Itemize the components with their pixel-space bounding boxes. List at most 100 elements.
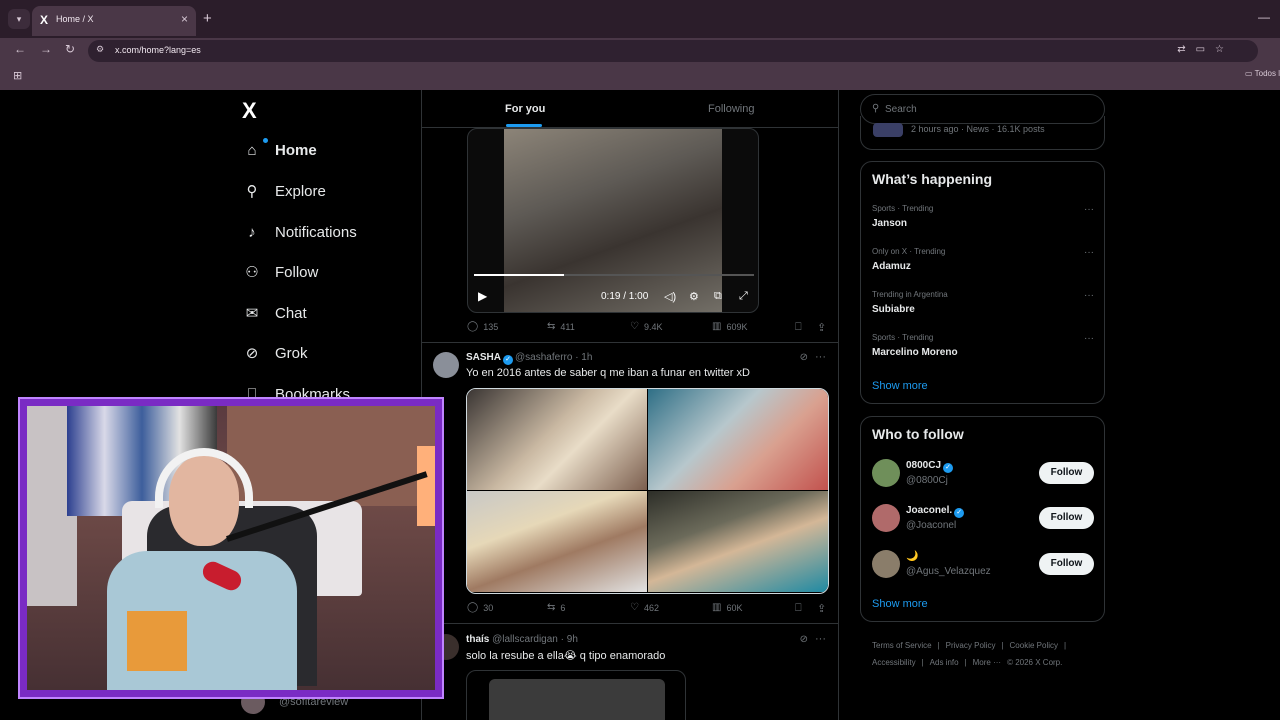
volume-icon[interactable]: ◁) (664, 290, 676, 303)
post-text: solo la resube a ella😭 q tipo enamorado (466, 650, 666, 662)
trend-item[interactable]: Sports · Trending Marcelino Moreno ··· (872, 333, 1094, 358)
tab-following[interactable]: Following (708, 103, 754, 115)
footer-privacy[interactable]: Privacy Policy (946, 641, 996, 650)
forward-icon[interactable]: → (40, 42, 52, 56)
post-photo[interactable] (648, 389, 828, 490)
avatar[interactable] (433, 352, 459, 378)
follow-button[interactable]: Follow (1039, 462, 1094, 484)
back-icon[interactable]: ← (14, 42, 26, 56)
reply-button[interactable]: ◯ 30 (467, 602, 493, 613)
post-photo[interactable] (467, 491, 647, 592)
tab-for-you[interactable]: For you (505, 103, 545, 115)
post-time[interactable]: · 1h (575, 352, 592, 363)
video-progress[interactable] (474, 274, 754, 276)
pip-icon[interactable]: ⧉ (714, 290, 722, 303)
webcam-overlay (18, 397, 444, 699)
suggestion-name: Joaconel. ✓ (906, 505, 966, 518)
footer-more[interactable]: More ··· (973, 658, 1001, 667)
reload-icon[interactable]: ↻ (65, 42, 75, 56)
like-button[interactable]: ♡ 9.4K (630, 321, 662, 332)
suggestion-name-text: 0800CJ (906, 460, 942, 471)
post-photo[interactable] (467, 389, 647, 490)
trend-item[interactable]: Trending in Argentina Subiabre ··· (872, 290, 1094, 315)
grok-explain-icon[interactable]: ⊘ (800, 352, 808, 363)
footer-terms[interactable]: Terms of Service (872, 641, 932, 650)
timeline: For you Following ▶ 0:19 / 1:00 ◁) ⚙ ⧉ ⤢… (422, 90, 838, 720)
views-icon: ▥ (712, 321, 722, 332)
follow-suggestion[interactable]: Joaconel. ✓ @Joaconel Follow (872, 502, 1094, 534)
post-actions: ◯ 135 ⇆ 411 ♡ 9.4K ▥ 609K ⎕ ⇪ (467, 321, 829, 335)
browser-tab-active[interactable]: X Home / X × (32, 6, 196, 36)
nav-notifications[interactable]: ♪ Notifications (243, 217, 356, 247)
like-button[interactable]: ♡ 462 (630, 602, 659, 613)
x-logo-icon[interactable]: X (242, 98, 257, 124)
site-info-icon[interactable]: ⚙ (96, 44, 104, 55)
video-progress-fill (474, 274, 564, 276)
tab-search-dropdown[interactable]: ▾ (8, 9, 30, 29)
all-bookmarks-folder[interactable]: ▭ Todos l (1245, 69, 1280, 78)
heart-icon: ♡ (630, 321, 639, 332)
address-bar-actions[interactable]: ⇄▭☆ (1177, 44, 1234, 55)
more-icon[interactable]: ··· (815, 351, 826, 363)
avatar[interactable] (872, 550, 900, 578)
author-handle[interactable]: @lallscardigan (492, 634, 558, 645)
follow-button[interactable]: Follow (1039, 553, 1094, 575)
show-more-link[interactable]: Show more (872, 598, 928, 610)
settings-icon[interactable]: ⚙ (689, 290, 699, 303)
nav-grok[interactable]: ⊘ Grok (243, 338, 308, 368)
address-bar[interactable]: ⚙ x.com/home?lang=es ⇄▭☆ (88, 40, 1258, 62)
follow-suggestion[interactable]: 0800CJ ✓ @0800Cj Follow (872, 457, 1094, 489)
more-icon[interactable]: ··· (815, 633, 826, 645)
trend-item[interactable]: Only on X · Trending Adamuz ··· (872, 247, 1094, 272)
more-icon[interactable]: ··· (1084, 290, 1094, 301)
panel-title: What’s happening (872, 171, 993, 187)
views-button[interactable]: ▥ 609K (712, 321, 747, 332)
new-tab-icon[interactable]: + (203, 10, 212, 27)
footer-cookies[interactable]: Cookie Policy (1010, 641, 1058, 650)
post-photo[interactable] (648, 491, 828, 592)
play-icon[interactable]: ▶ (478, 289, 487, 303)
author-handle[interactable]: @sashaferro (515, 352, 572, 363)
bookmark-button[interactable]: ⎕ (795, 321, 802, 334)
nav-explore[interactable]: ⚲ Explore (243, 176, 326, 206)
more-icon[interactable]: ··· (1084, 247, 1094, 258)
show-more-link[interactable]: Show more (872, 380, 928, 392)
nav-home[interactable]: ⌂ Home (243, 135, 317, 165)
avatar[interactable] (872, 459, 900, 487)
apps-grid-icon[interactable]: ⊞ (13, 69, 22, 82)
grok-explain-icon[interactable]: ⊘ (800, 634, 808, 645)
repost-button[interactable]: ⇆ 6 (547, 602, 565, 613)
minimize-window-icon[interactable]: — (1258, 10, 1270, 24)
share-icon[interactable]: ⇪ (817, 602, 826, 615)
more-icon[interactable]: ··· (1084, 204, 1094, 215)
nav-follow[interactable]: ⚇ Follow (243, 257, 318, 287)
bookmark-button[interactable]: ⎕ (795, 602, 802, 615)
news-card[interactable]: 2 hours ago · News · 16.1K posts (860, 116, 1105, 150)
nav-chat[interactable]: ✉ Chat (243, 298, 307, 328)
post-time[interactable]: · 9h (561, 634, 578, 645)
repost-button[interactable]: ⇆ 411 (547, 321, 575, 332)
webcam-video (27, 406, 435, 690)
video-player[interactable]: ▶ 0:19 / 1:00 ◁) ⚙ ⧉ ⤢ (467, 128, 759, 313)
close-tab-icon[interactable]: × (181, 12, 188, 26)
fullscreen-icon[interactable]: ⤢ (739, 290, 748, 303)
avatar[interactable] (872, 504, 900, 532)
reply-count: 30 (483, 602, 494, 613)
footer-ads-info[interactable]: Ads info (930, 658, 959, 667)
author-name[interactable]: thaís (466, 634, 489, 645)
views-button[interactable]: ▥ 60K (712, 602, 742, 613)
trend-item[interactable]: Sports · Trending Janson ··· (872, 204, 1094, 229)
trend-name: Adamuz (872, 261, 911, 272)
suggestion-handle: @Agus_Velazquez (906, 566, 991, 577)
like-count: 9.4K (643, 321, 663, 332)
post-media[interactable] (466, 670, 686, 720)
follow-suggestion[interactable]: 🌙 @Agus_Velazquez Follow (872, 548, 1094, 580)
reply-button[interactable]: ◯ 135 (467, 321, 498, 332)
follow-button[interactable]: Follow (1039, 507, 1094, 529)
author-name[interactable]: SASHA (466, 352, 501, 363)
more-icon[interactable]: ··· (1084, 333, 1094, 344)
footer-accessibility[interactable]: Accessibility (872, 658, 916, 667)
search-placeholder: Search (885, 104, 917, 115)
share-icon[interactable]: ⇪ (817, 321, 826, 334)
url-text[interactable]: x.com/home?lang=es (115, 45, 201, 55)
